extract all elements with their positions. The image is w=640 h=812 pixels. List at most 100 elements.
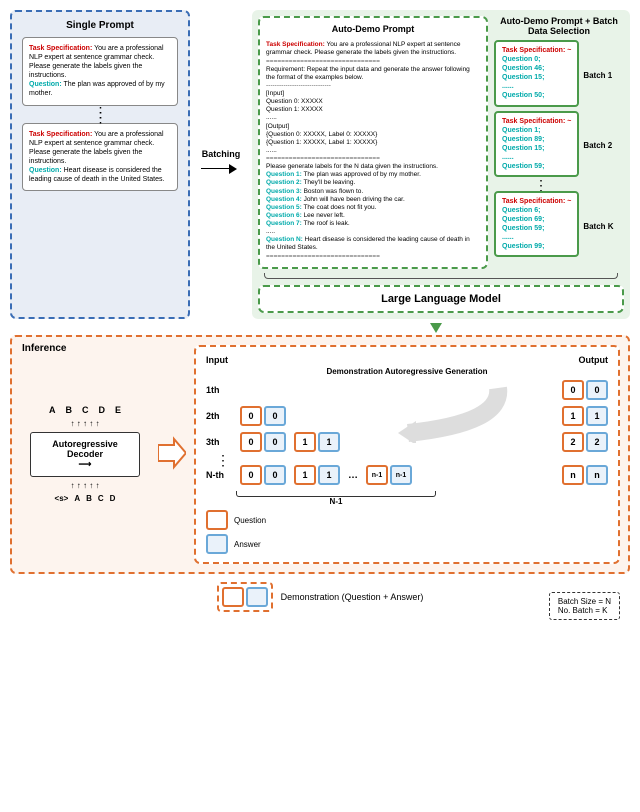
legend-question: Question <box>206 510 608 530</box>
batch-row: Task Specification: ~ Question 1; Questi… <box>494 111 624 182</box>
demo-legend-text: Demonstration (Question + Answer) <box>281 592 424 602</box>
letters-top: A B C D E <box>49 405 121 415</box>
footer-box: Batch Size = N No. Batch = K <box>549 592 620 620</box>
down-arrow-icon <box>430 323 442 333</box>
batch-size-label: Batch Size = N <box>558 597 611 606</box>
separator: ============================== <box>266 155 380 162</box>
output-pair: nn <box>562 465 608 485</box>
input-line: Question 1: XXXXX <box>266 106 323 113</box>
demo-swatch-icon <box>217 582 273 612</box>
output-pair: 00 <box>562 380 608 400</box>
auto-demo-panel: Auto-Demo Prompt Task Specification: You… <box>258 16 488 269</box>
output-line: {Question 0: XXXXX, Label 0: XXXXX} <box>266 131 377 138</box>
batch-q: Question 15; <box>502 145 544 152</box>
footer: Demonstration (Question + Answer) Batch … <box>10 582 630 618</box>
batching-label: Batching <box>202 149 241 159</box>
n-minus-1-label: N-1 <box>236 497 436 506</box>
batch-q: Question 89; <box>502 136 544 143</box>
q-label: Question 6: <box>266 212 302 219</box>
q-label: Question N: <box>266 236 303 243</box>
dots: ...... <box>266 114 277 121</box>
instruction-text: Please generate labels for the N data gi… <box>266 163 438 170</box>
inference-title: Inference <box>22 343 66 354</box>
batch-q: ...... <box>502 234 514 241</box>
curved-arrow-icon <box>388 383 508 443</box>
vdots-icon: ⋮⋮ <box>22 110 178 121</box>
input-header: [Input] <box>266 90 284 97</box>
q-text: Boston was flown to. <box>302 188 363 195</box>
input-pair: 00 <box>240 465 286 485</box>
generation-panel: Input Output Demonstration Autoregressiv… <box>194 345 620 565</box>
task-spec-label: Task Specification: ~ <box>502 118 571 125</box>
batch-row: Task Specification: ~ Question 6; Questi… <box>494 191 624 262</box>
batch-tag-2: Batch 2 <box>583 141 612 150</box>
llm-box: Large Language Model <box>258 285 624 313</box>
top-row: Single Prompt Task Specification: You ar… <box>10 10 630 319</box>
q-text: Lee never left. <box>302 212 345 219</box>
question-label: Question: <box>29 81 62 88</box>
batch-q: Question 1; <box>502 127 541 134</box>
q-label: Question 7: <box>266 220 302 227</box>
prompt-card-a: Task Specification: You are a profession… <box>22 37 178 106</box>
input-pair: n-1n-1 <box>366 465 412 485</box>
ellipsis-icon: … <box>348 470 358 481</box>
batch-q: Question 69; <box>502 216 544 223</box>
right-block: Auto-Demo Prompt Task Specification: You… <box>252 10 630 319</box>
input-line: Question 0: XXXXX <box>266 98 323 105</box>
batch-q: Question 99; <box>502 243 544 250</box>
arrow-right-icon <box>201 159 241 179</box>
batch-q: ...... <box>502 83 514 90</box>
batch-q: ...... <box>502 154 514 161</box>
dots: ...... <box>266 147 277 154</box>
batch-tag-k: Batch K <box>583 222 613 231</box>
separator: ============================== <box>266 58 380 65</box>
separator: ============================== <box>266 253 380 260</box>
right-top-row: Auto-Demo Prompt Task Specification: You… <box>258 16 624 269</box>
gen-header: Input Output <box>206 355 608 365</box>
batch-card-2: Task Specification: ~ Question 1; Questi… <box>494 111 579 178</box>
gen-row-n: N-th 00 11 … n-1n-1 nn <box>206 465 608 485</box>
task-spec-label: Task Specification: <box>29 45 92 52</box>
task-spec-label: Task Specification: <box>29 131 92 138</box>
auto-demo-title: Auto-Demo Prompt <box>266 24 480 35</box>
task-spec-label: Task Specification: <box>266 41 325 48</box>
task-spec-label: Task Specification: ~ <box>502 198 571 205</box>
answer-swatch-icon <box>206 534 228 554</box>
batch-q: Question 0; <box>502 56 541 63</box>
q-label: Question 4: <box>266 196 302 203</box>
batch-q: Question 46; <box>502 65 544 72</box>
bracket-icon <box>264 273 618 279</box>
letters-bot: <s> A B C D <box>55 494 116 503</box>
separator: ------------------------------ <box>266 82 331 89</box>
inference-panel: Inference A B C D E ↑ ↑ ↑ ↑ ↑ Autoregres… <box>10 335 630 575</box>
batch-card-k: Task Specification: ~ Question 6; Questi… <box>494 191 579 258</box>
single-prompt-panel: Single Prompt Task Specification: You ar… <box>10 10 190 319</box>
prompt-card-b: Task Specification: You are a profession… <box>22 123 178 192</box>
batch-q: Question 15; <box>502 74 544 81</box>
task-spec-label: Task Specification: ~ <box>502 47 571 54</box>
requirement-text: Requirement: Repeat the input data and g… <box>266 66 470 81</box>
batching-arrow: Batching <box>196 10 246 319</box>
batch-q: Question 50; <box>502 92 544 99</box>
vdots-icon: ⋮ <box>534 183 624 189</box>
up-arrows-icon: ↑ ↑ ↑ ↑ ↑ <box>71 419 100 428</box>
single-prompt-title: Single Prompt <box>22 20 178 31</box>
q-label: Question 5: <box>266 204 302 211</box>
q-label: Question 1: <box>266 171 302 178</box>
demo-legend: Demonstration (Question + Answer) <box>10 582 630 612</box>
q-text: The roof is leak. <box>302 220 350 227</box>
question-swatch-icon <box>206 510 228 530</box>
vdots-icon: ⋮ <box>216 458 608 464</box>
input-pair: 00 <box>240 432 286 452</box>
output-pair: 11 <box>562 406 608 426</box>
batch-q: Question 59; <box>502 225 544 232</box>
decoder-box: Autoregressive Decoder ⟶ <box>30 432 140 477</box>
batch-q: Question 59; <box>502 163 544 170</box>
question-label: Question: <box>29 167 62 174</box>
q-text: The plan was approved of by my mother. <box>302 171 421 178</box>
batch-sel-title: Auto-Demo Prompt + Batch Data Selection <box>494 16 624 36</box>
q-label: Question 3: <box>266 188 302 195</box>
q-text: They'll be leaving. <box>302 179 356 186</box>
input-pair: 11 <box>294 465 340 485</box>
batch-card-1: Task Specification: ~ Question 0; Questi… <box>494 40 579 107</box>
